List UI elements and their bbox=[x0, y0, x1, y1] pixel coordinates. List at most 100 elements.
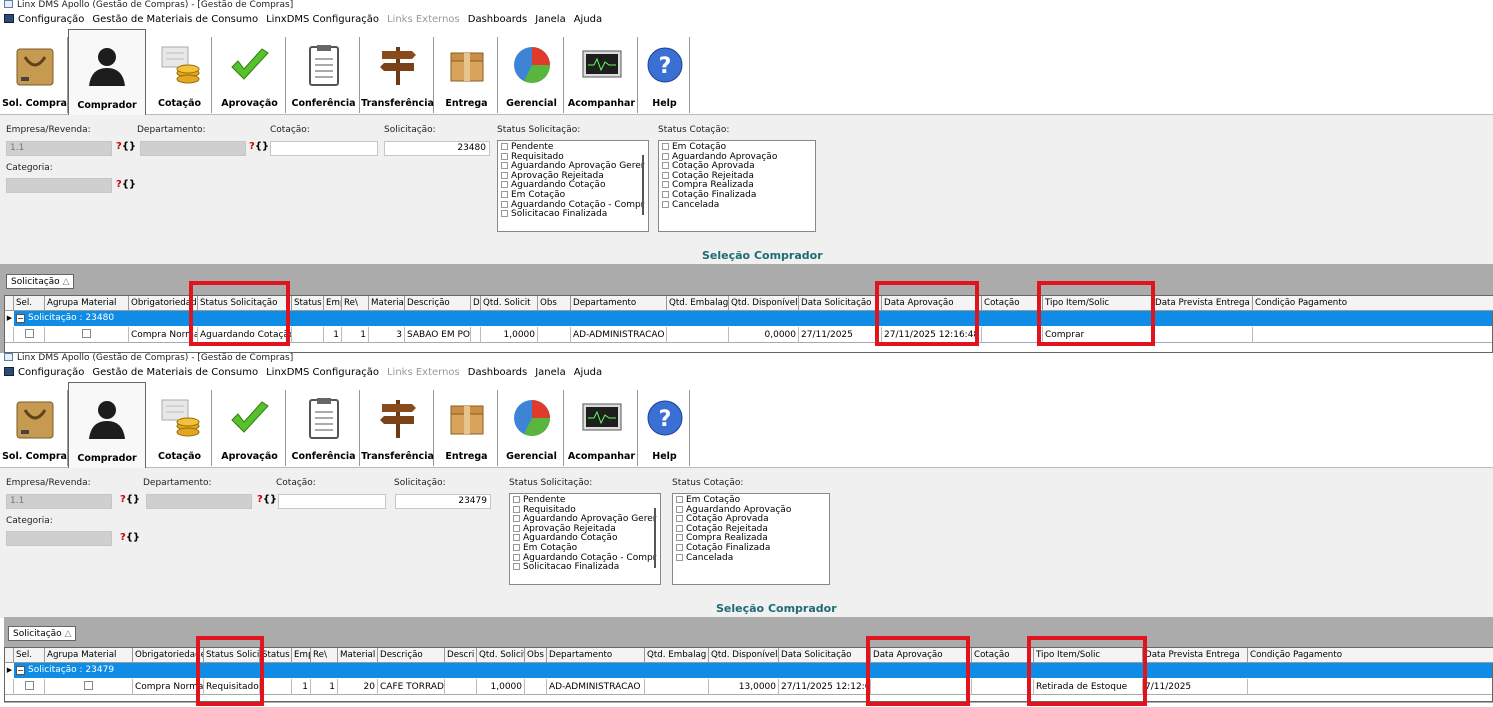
column-header[interactable]: Re\ bbox=[342, 296, 369, 311]
toolbar-button-2[interactable]: Cotação bbox=[148, 390, 212, 466]
obs-cell[interactable] bbox=[525, 679, 547, 695]
empresa-lookup-button[interactable]: ?{} bbox=[120, 493, 140, 507]
agrupa-cell[interactable] bbox=[45, 327, 129, 343]
categoria-field[interactable] bbox=[6, 178, 112, 193]
emp-cell[interactable]: 1 bbox=[324, 327, 342, 343]
checkbox[interactable] bbox=[501, 190, 508, 198]
menu-item-5[interactable]: Janela bbox=[535, 14, 565, 25]
status-solicitacao-cell[interactable]: Aguardando Cotação bbox=[198, 327, 292, 343]
checkbox[interactable] bbox=[662, 171, 669, 179]
checkbox[interactable] bbox=[501, 162, 508, 170]
departamento-field[interactable] bbox=[140, 141, 246, 156]
agrupa-checkbox[interactable] bbox=[82, 329, 91, 338]
toolbar-button-5[interactable]: Transferência bbox=[361, 390, 434, 466]
column-header[interactable]: Re\ bbox=[311, 648, 338, 663]
rev-cell[interactable]: 1 bbox=[342, 327, 369, 343]
checkbox[interactable] bbox=[513, 534, 520, 542]
collapse-icon[interactable]: − bbox=[16, 314, 25, 323]
qtd-solicit-cell[interactable]: 1,0000 bbox=[477, 679, 525, 695]
column-header[interactable]: Descri bbox=[445, 648, 477, 663]
menu-item-1[interactable]: Gestão de Materiais de Consumo bbox=[92, 14, 258, 25]
status-solicitacao-option[interactable]: Solicitacao Finalizada bbox=[501, 209, 645, 220]
checkbox[interactable] bbox=[662, 200, 669, 208]
data-solicitacao-cell[interactable]: 27/11/2025 bbox=[799, 327, 882, 343]
column-header[interactable]: Data Aprovação bbox=[882, 296, 982, 311]
empresa-field[interactable]: 1.1 bbox=[6, 141, 112, 156]
qtd-embalagem-cell[interactable] bbox=[645, 679, 709, 695]
column-header[interactable]: Sel. bbox=[14, 648, 45, 663]
column-header[interactable]: Descri bbox=[471, 296, 481, 311]
qtd-disponivel-cell[interactable]: 0,0000 bbox=[729, 327, 799, 343]
checkbox[interactable] bbox=[501, 152, 508, 160]
toolbar-button-9[interactable]: ? Help bbox=[640, 37, 690, 113]
column-header[interactable]: Obrigatoriedade bbox=[133, 648, 204, 663]
checkbox[interactable] bbox=[513, 524, 520, 532]
toolbar-button-9[interactable]: ? Help bbox=[640, 390, 690, 466]
data-aprovacao-cell[interactable]: 27/11/2025 12:16:48 bbox=[882, 327, 982, 343]
toolbar-button-3[interactable]: Aprovação bbox=[214, 390, 286, 466]
column-header[interactable]: Qtd. Solicit bbox=[481, 296, 538, 311]
status-cotacao-list[interactable]: Em Cotação Aguardando Aprovação Cotação Ap… bbox=[672, 493, 830, 585]
column-header[interactable]: Agrupa Material bbox=[45, 648, 133, 663]
data-prevista-cell[interactable]: 7/11/2025 bbox=[1143, 679, 1248, 695]
checkbox[interactable] bbox=[501, 210, 508, 218]
menu-item-4[interactable]: Dashboards bbox=[468, 367, 527, 378]
toolbar-button-1[interactable]: Comprador bbox=[68, 382, 146, 468]
descri-cell[interactable] bbox=[471, 327, 481, 343]
column-header[interactable]: Condição Pagamento bbox=[1253, 296, 1493, 311]
solicitacao-field[interactable]: 23479 bbox=[395, 494, 491, 509]
checkbox[interactable] bbox=[676, 543, 683, 551]
list-scrollbar[interactable] bbox=[654, 508, 656, 568]
menu-item-4[interactable]: Dashboards bbox=[468, 14, 527, 25]
table-row[interactable]: Compra Normal Requisitado 1 1 20 CAFE TORRADO… bbox=[5, 679, 1492, 695]
column-header[interactable]: Qtd. Disponível bbox=[709, 648, 779, 663]
group-by-chip[interactable]: Solicitação △ bbox=[6, 274, 75, 289]
column-header[interactable]: Emp. bbox=[324, 296, 342, 311]
toolbar-button-8[interactable]: Acompanhar bbox=[566, 37, 638, 113]
categoria-field[interactable] bbox=[6, 531, 112, 546]
qtd-solicit-cell[interactable]: 1,0000 bbox=[481, 327, 538, 343]
sel-cell[interactable] bbox=[14, 679, 45, 695]
solicitacao-field[interactable]: 23480 bbox=[384, 141, 490, 156]
column-header[interactable]: Tipo Item/Solic bbox=[1043, 296, 1153, 311]
departamento-lookup-button[interactable]: ?{} bbox=[257, 493, 277, 507]
checkbox[interactable] bbox=[676, 515, 683, 523]
obrigatoriedade-cell[interactable]: Compra Normal bbox=[133, 679, 204, 695]
descricao-cell[interactable]: CAFE TORRADO bbox=[378, 679, 445, 695]
toolbar-button-6[interactable]: Entrega bbox=[436, 390, 498, 466]
cotacao-field[interactable] bbox=[270, 141, 378, 156]
descricao-cell[interactable]: SABAO EM PO bbox=[405, 327, 471, 343]
checkbox[interactable] bbox=[513, 543, 520, 551]
rev-cell[interactable]: 1 bbox=[311, 679, 338, 695]
agrupa-cell[interactable] bbox=[45, 679, 133, 695]
column-header[interactable]: Emp. bbox=[292, 648, 311, 663]
status-cotacao-cell[interactable] bbox=[260, 679, 292, 695]
results-grid[interactable]: Sel. Agrupa Material Obrigatoriedade Status… bbox=[4, 295, 1493, 353]
tipo-item-cell[interactable]: Retirada de Estoque bbox=[1034, 679, 1143, 695]
status-cotacao-option[interactable]: Cancelada bbox=[676, 553, 826, 564]
list-scrollbar[interactable] bbox=[642, 155, 644, 215]
group-row[interactable]: ▶ − Solicitação : 23479 bbox=[5, 663, 1492, 678]
column-header[interactable]: Data Solicitação bbox=[799, 296, 882, 311]
empresa-lookup-button[interactable]: ?{} bbox=[116, 140, 136, 154]
toolbar-button-3[interactable]: Aprovação bbox=[214, 37, 286, 113]
column-header[interactable]: Obrigatoriedade bbox=[129, 296, 198, 311]
condicao-pagamento-cell[interactable] bbox=[1248, 679, 1493, 695]
menu-item-0[interactable]: Configuração bbox=[18, 14, 84, 25]
toolbar-button-7[interactable]: Gerencial bbox=[500, 390, 564, 466]
column-header[interactable]: Data Aprovação bbox=[871, 648, 972, 663]
qtd-disponivel-cell[interactable]: 13,0000 bbox=[709, 679, 779, 695]
menu-item-3[interactable]: Links Externos bbox=[387, 367, 460, 378]
status-cotacao-option[interactable]: Cancelada bbox=[662, 200, 812, 211]
column-header[interactable]: Departamento bbox=[547, 648, 645, 663]
menu-item-3[interactable]: Links Externos bbox=[387, 14, 460, 25]
toolbar-button-0[interactable]: Sol. Compra bbox=[2, 37, 68, 113]
status-solicitacao-list[interactable]: Pendente Requisitado Aguardando Aprovação … bbox=[497, 140, 649, 232]
toolbar-button-4[interactable]: Conferência bbox=[288, 390, 360, 466]
material-cell[interactable]: 20 bbox=[338, 679, 378, 695]
status-solicitacao-cell[interactable]: Requisitado bbox=[204, 679, 260, 695]
toolbar-button-7[interactable]: Gerencial bbox=[500, 37, 564, 113]
toolbar-button-4[interactable]: Conferência bbox=[288, 37, 360, 113]
checkbox[interactable] bbox=[662, 162, 669, 170]
descri-cell[interactable] bbox=[445, 679, 477, 695]
